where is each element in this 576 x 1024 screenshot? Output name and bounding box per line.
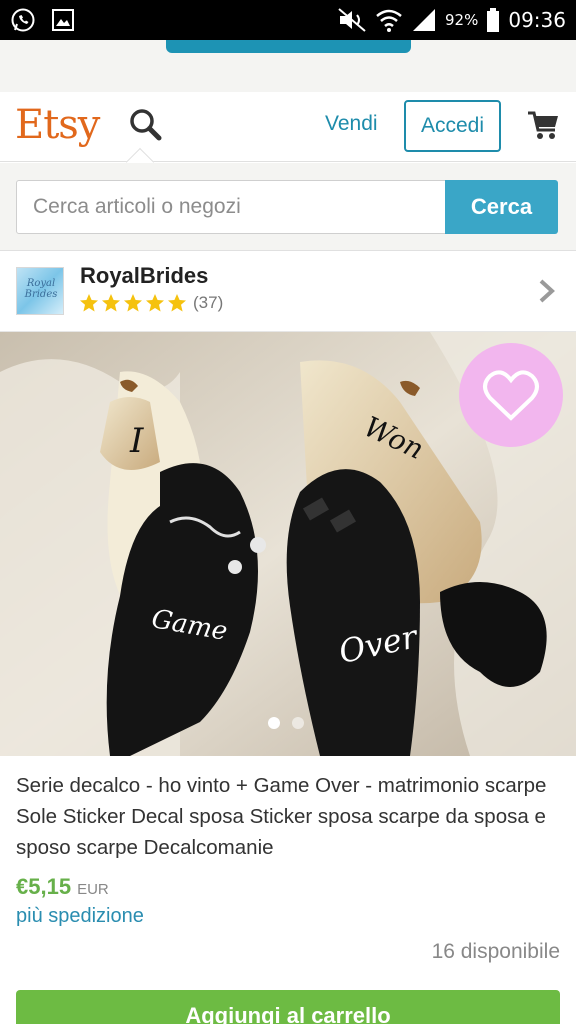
mute-icon — [338, 8, 366, 32]
star-icon — [168, 294, 186, 312]
battery-percent: 92% — [445, 11, 479, 29]
wifi-icon — [376, 9, 402, 32]
add-to-cart-label: Aggiungi al carrello — [185, 1003, 391, 1024]
favorite-badge — [459, 343, 563, 447]
top-banner-area — [0, 40, 576, 92]
carousel-dot[interactable] — [292, 717, 304, 729]
signal-icon — [413, 9, 436, 31]
shipping-link[interactable]: più spedizione — [16, 905, 144, 928]
shop-row[interactable]: Royal Brides RoyalBrides (37) — [0, 252, 576, 332]
shop-avatar: Royal Brides — [16, 267, 64, 315]
review-count: (37) — [193, 293, 224, 312]
product-image-carousel[interactable]: I Won Game Over — [0, 332, 576, 756]
star-icon — [124, 294, 142, 312]
star-icon — [102, 294, 120, 312]
search-button[interactable]: Cerca — [445, 180, 558, 234]
status-bar: 92% 09:36 — [0, 0, 576, 40]
battery-icon — [487, 8, 500, 32]
carousel-dot-active[interactable] — [268, 717, 280, 729]
sell-link[interactable]: Vendi — [325, 112, 378, 136]
cart-icon[interactable] — [526, 108, 560, 142]
image-text-i: I — [129, 421, 144, 461]
availability: 16 disponibile — [431, 940, 560, 963]
search-input[interactable] — [16, 180, 446, 234]
site-header: Etsy Vendi Accedi — [0, 92, 576, 177]
top-banner-button[interactable] — [166, 40, 411, 53]
shop-name[interactable]: RoyalBrides — [80, 263, 208, 289]
search-icon[interactable] — [128, 107, 164, 143]
carousel-dots — [268, 717, 304, 729]
add-to-cart-button[interactable]: Aggiungi al carrello — [16, 990, 560, 1024]
product-price: €5,15 — [16, 874, 72, 899]
product-photo: I Won Game Over — [0, 332, 576, 756]
shop-avatar-text: Royal Brides — [24, 278, 58, 300]
whatsapp-icon — [11, 8, 35, 32]
gallery-icon — [52, 9, 74, 31]
search-bar: Cerca — [0, 163, 576, 251]
signin-button[interactable]: Accedi — [404, 100, 501, 152]
product-title: Serie decalco - ho vinto + Game Over - m… — [16, 774, 547, 859]
chevron-right-icon[interactable] — [536, 277, 558, 305]
etsy-logo[interactable]: Etsy — [15, 102, 100, 148]
star-icon — [80, 294, 98, 312]
price-currency: EUR — [77, 881, 109, 898]
clock: 09:36 — [508, 8, 566, 32]
price-row: €5,15 EUR — [16, 874, 109, 900]
shop-rating: (37) — [79, 293, 223, 313]
star-icon — [146, 294, 164, 312]
